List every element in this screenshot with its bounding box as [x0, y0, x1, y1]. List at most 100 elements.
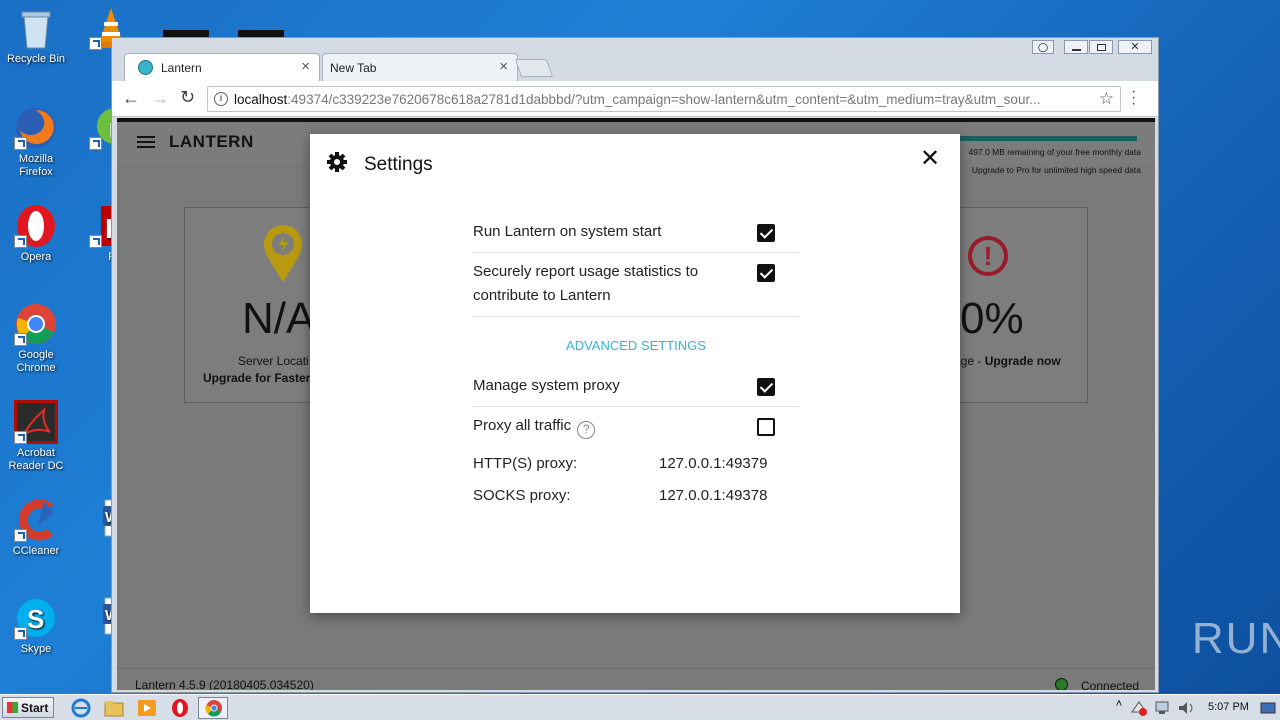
run-on-start-label: Run Lantern on system start [473, 223, 662, 240]
shortcut-arrow-icon [14, 627, 27, 640]
icon-label: Opera [20, 251, 52, 263]
windows-logo-icon [7, 702, 18, 713]
settings-dialog: Settings ✕ Run Lantern on system start S… [310, 134, 960, 613]
help-icon[interactable]: ? [577, 421, 596, 439]
manage-proxy-row: Manage system proxy [473, 374, 799, 398]
shortcut-arrow-icon [14, 333, 27, 346]
data-remaining-text: 497.0 MB remaining of your free monthly … [968, 147, 1141, 157]
start-button[interactable]: Start [2, 697, 54, 718]
show-desktop-button[interactable] [1258, 698, 1280, 718]
bookmark-star-icon[interactable]: ☆ [1099, 89, 1114, 109]
tab-close-icon[interactable]: × [499, 58, 508, 75]
info-icon[interactable]: i [214, 92, 228, 106]
svg-text:S: S [27, 604, 44, 634]
ie-icon[interactable] [70, 698, 92, 718]
report-usage-checkbox[interactable] [757, 264, 775, 282]
minimize-button[interactable] [1064, 40, 1088, 54]
manage-proxy-checkbox[interactable] [757, 378, 775, 396]
forward-button[interactable]: → [151, 88, 169, 109]
media-player-icon[interactable] [136, 698, 158, 718]
new-tab-button[interactable] [514, 59, 554, 77]
reload-button[interactable]: ↻ [180, 87, 195, 108]
shortcut-arrow-icon [14, 529, 27, 542]
divider [473, 252, 799, 253]
tab-title: New Tab [330, 61, 377, 75]
version-text: Lantern 4.5.9 (20180405.034520) [135, 678, 314, 690]
tab-new-tab[interactable]: New Tab × [322, 53, 518, 81]
menu-dots-icon[interactable]: · · · [1131, 84, 1136, 112]
url-text: localhost:49374/c339223e7620678c618a2781… [234, 92, 1089, 107]
alert-icon: ! [968, 236, 1008, 276]
close-dialog-button[interactable]: ✕ [920, 144, 940, 173]
report-usage-label: Securely report usage statistics to cont… [473, 263, 699, 304]
desktop-icon-recycle-bin[interactable]: Recycle Bin [1, 6, 71, 66]
connection-status: Connected [1081, 679, 1140, 690]
opera-taskbar-icon[interactable] [169, 698, 191, 718]
taskbar: Start ˄ 5:07 PM [0, 694, 1280, 720]
skype-icon: S [14, 596, 58, 640]
server-upgrade-cta[interactable]: Upgrade for Faster [203, 371, 310, 385]
profile-icon[interactable]: ◯ [1032, 40, 1054, 54]
socks-proxy-row: SOCKS proxy: 127.0.0.1:49378 [473, 484, 799, 508]
proxy-all-row: Proxy all traffic ? [473, 414, 799, 439]
icon-label: Mozilla Firefox [18, 153, 54, 178]
url-host: localhost [234, 92, 288, 107]
advanced-settings-link[interactable]: ADVANCED SETTINGS [473, 338, 799, 353]
desktop-icon-chrome[interactable]: Google Chrome [1, 302, 71, 375]
tab-title: Lantern [161, 61, 202, 75]
icon-label: Google Chrome [16, 349, 56, 374]
shortcut-arrow-icon [89, 235, 102, 248]
ccleaner-icon [14, 498, 58, 542]
http-proxy-row: HTTP(S) proxy: 127.0.0.1:49379 [473, 452, 799, 476]
shortcut-arrow-icon [14, 431, 27, 444]
manage-proxy-label: Manage system proxy [473, 377, 620, 394]
location-pin-icon [262, 224, 304, 287]
chrome-icon [14, 302, 58, 346]
socks-proxy-label: SOCKS proxy: [473, 487, 571, 504]
firefox-icon [14, 106, 58, 150]
proxy-all-checkbox[interactable] [757, 418, 775, 436]
gear-icon [326, 151, 348, 176]
usage-value: 0% [960, 294, 1024, 343]
usage-upgrade-cta[interactable]: Upgrade now [985, 354, 1061, 368]
divider [473, 316, 799, 317]
desktop-icon-skype[interactable]: S Skype [1, 596, 71, 656]
http-proxy-label: HTTP(S) proxy: [473, 455, 578, 472]
clock[interactable]: 5:07 PM [1208, 701, 1249, 713]
hamburger-menu-icon[interactable] [137, 136, 155, 148]
icon-label: Acrobat Reader DC [8, 447, 64, 472]
run-on-start-checkbox[interactable] [757, 224, 775, 242]
acrobat-icon [14, 400, 58, 444]
icon-label: Recycle Bin [6, 53, 66, 65]
network-icon[interactable] [1152, 698, 1174, 718]
desktop-icon-firefox[interactable]: Mozilla Firefox [1, 106, 71, 179]
run-on-start-row: Run Lantern on system start [473, 220, 799, 244]
volume-icon[interactable] [1176, 698, 1198, 718]
recycle-bin-icon [14, 6, 58, 50]
close-window-button[interactable]: ✕ [1118, 40, 1152, 54]
icon-label: CCleaner [12, 545, 60, 557]
show-hidden-icons-button[interactable]: ˄ [1108, 698, 1130, 718]
desktop-icon-acrobat[interactable]: Acrobat Reader DC [1, 400, 71, 473]
socks-proxy-value: 127.0.0.1:49378 [659, 487, 768, 504]
proxy-all-label: Proxy all traffic [473, 417, 572, 434]
action-center-icon[interactable] [1128, 698, 1150, 718]
desktop-icon-opera[interactable]: Opera [1, 204, 71, 264]
server-value: N/A [242, 294, 316, 343]
footer-bar: Lantern 4.5.9 (20180405.034520) Connecte… [117, 668, 1155, 690]
tab-close-icon[interactable]: × [301, 58, 310, 75]
explorer-icon[interactable] [103, 698, 125, 718]
tab-lantern[interactable]: Lantern × [124, 53, 320, 81]
server-label: Server Locati [238, 354, 309, 368]
address-bar[interactable]: i localhost:49374/c339223e7620678c618a27… [207, 86, 1121, 112]
data-usage-bar [957, 136, 1137, 141]
chrome-taskbar-icon[interactable] [198, 697, 228, 719]
desktop-icon-ccleaner[interactable]: CCleaner [1, 498, 71, 558]
shortcut-arrow-icon [89, 137, 102, 150]
back-button[interactable]: ← [122, 88, 140, 109]
restore-button[interactable] [1089, 40, 1113, 54]
shortcut-arrow-icon [14, 137, 27, 150]
opera-icon [14, 204, 58, 248]
lantern-favicon-icon [138, 60, 153, 75]
connected-status-icon [1055, 678, 1068, 690]
